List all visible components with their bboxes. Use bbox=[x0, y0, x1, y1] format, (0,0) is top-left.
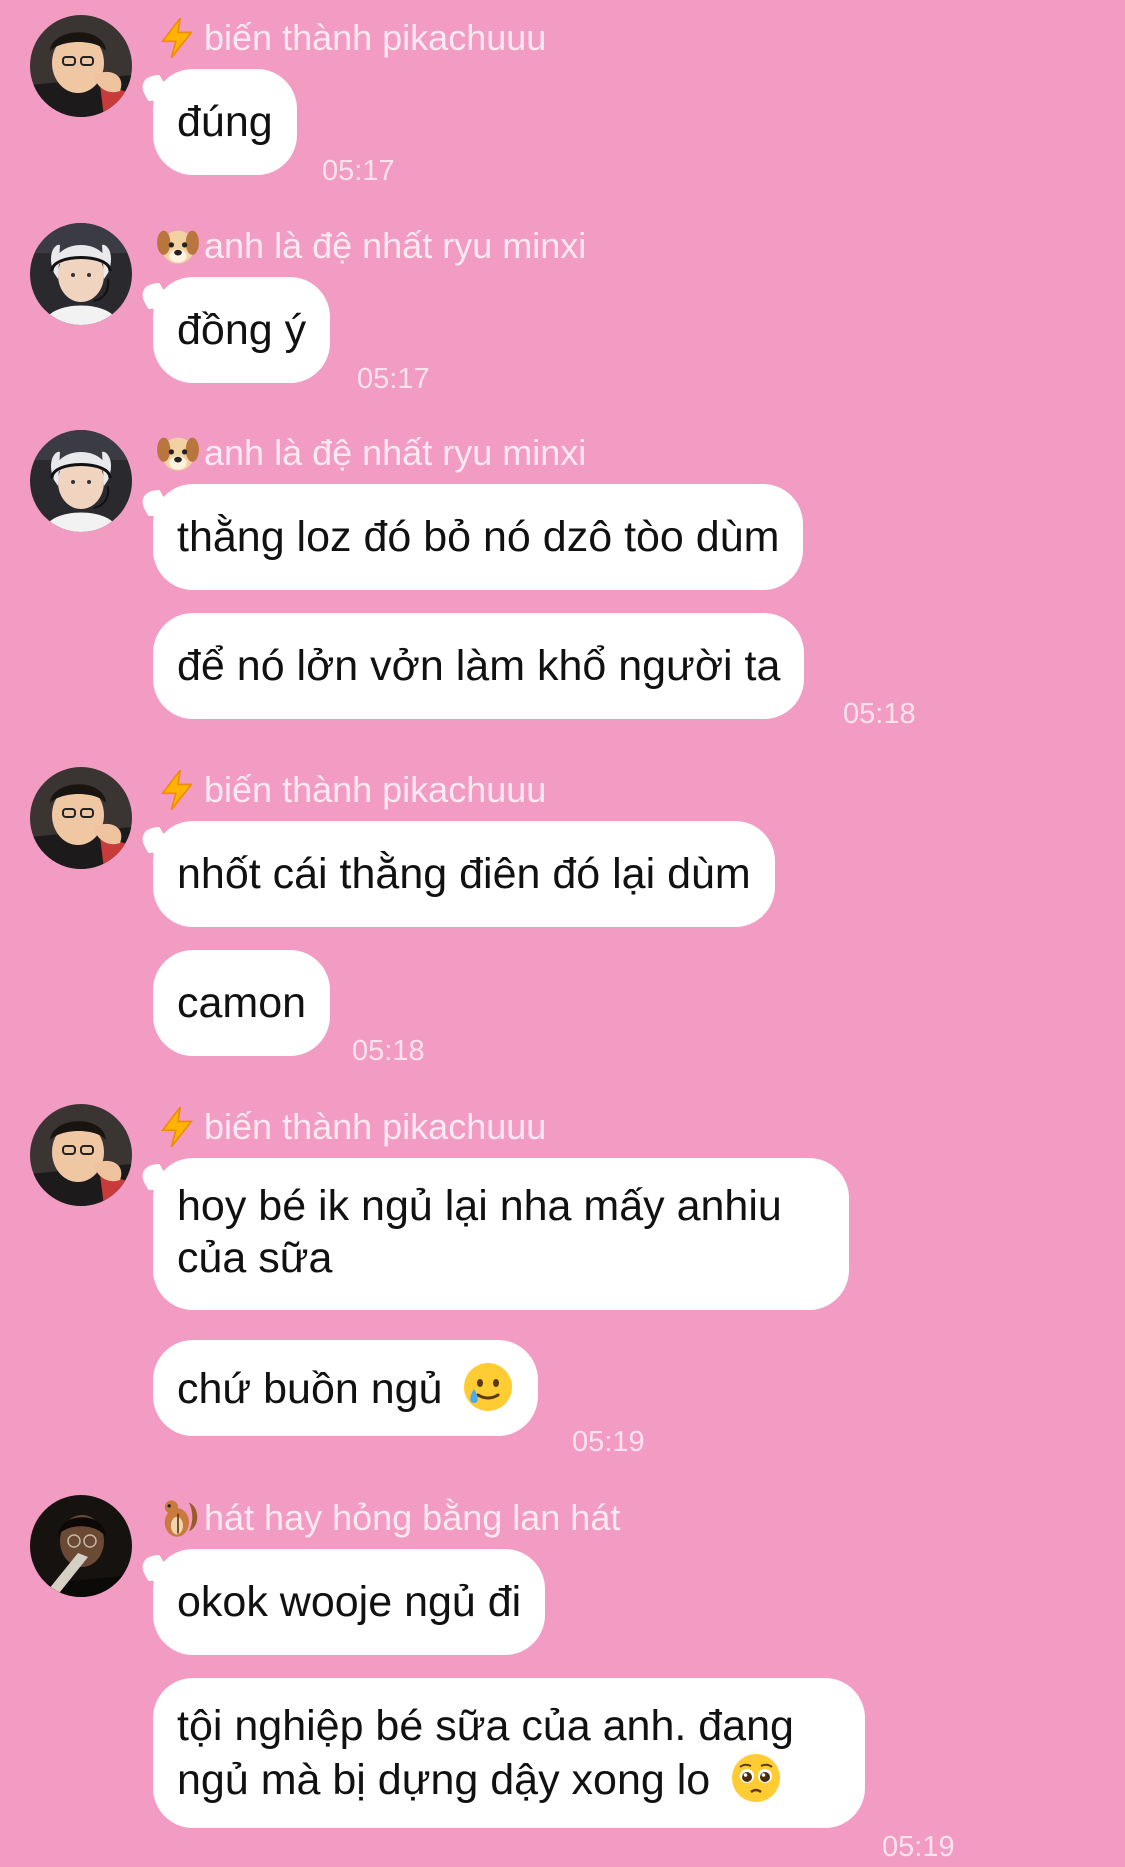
message-time: 05:17 bbox=[322, 155, 395, 187]
message-bubble[interactable]: đúng bbox=[153, 69, 297, 175]
sender-label: biến thành pikachuuu bbox=[204, 769, 547, 810]
sender-name: biến thành pikachuuu bbox=[156, 767, 546, 813]
sender-name: hát hay hỏng bằng lan hát bbox=[156, 1495, 620, 1541]
pleading-face-icon bbox=[730, 1752, 782, 1804]
message-bubble[interactable]: okok wooje ngủ đi bbox=[153, 1549, 546, 1655]
avatar[interactable] bbox=[30, 223, 132, 325]
sender-name: anh là đệ nhất ryu minxi bbox=[156, 430, 586, 476]
message-bubble[interactable]: chứ buồn ngủ bbox=[153, 1340, 539, 1436]
sender-label: biến thành pikachuuu bbox=[204, 17, 547, 58]
message-time: 05:19 bbox=[572, 1426, 645, 1458]
avatar[interactable] bbox=[30, 1104, 132, 1206]
message-text: ngủ mà bị dựng dậy xong lo bbox=[177, 1756, 711, 1804]
message-time: 05:18 bbox=[843, 698, 916, 730]
message-text: thằng loz đó bỏ nó dzô tòo dùm bbox=[177, 513, 780, 561]
message-text: tội nghiệp bé sữa của anh. đang bbox=[177, 1702, 794, 1750]
dog-emoji-icon bbox=[156, 224, 200, 268]
sender-name: biến thành pikachuuu bbox=[156, 15, 546, 61]
lightning-emoji-icon bbox=[156, 768, 200, 812]
message-bubble[interactable]: camon bbox=[153, 950, 331, 1056]
lightning-emoji-icon bbox=[156, 16, 200, 60]
message-bubble[interactable]: hoy bé ik ngủ lại nha mấy anhiu của sữa bbox=[153, 1158, 849, 1310]
sender-label: biến thành pikachuuu bbox=[204, 1106, 547, 1147]
message-time: 05:17 bbox=[357, 363, 430, 395]
message-text: đúng bbox=[177, 98, 273, 146]
message-time: 05:19 bbox=[882, 1831, 955, 1863]
message-text: chứ buồn ngủ bbox=[177, 1365, 443, 1413]
chipmunk-emoji-icon bbox=[156, 1496, 200, 1540]
avatar[interactable] bbox=[30, 15, 132, 117]
sender-name: biến thành pikachuuu bbox=[156, 1104, 546, 1150]
message-text: đồng ý bbox=[177, 306, 307, 354]
message-bubble[interactable]: thằng loz đó bỏ nó dzô tòo dùm bbox=[153, 484, 804, 590]
dog-emoji-icon bbox=[156, 431, 200, 475]
message-text: camon bbox=[177, 979, 307, 1027]
sender-label: anh là đệ nhất ryu minxi bbox=[204, 225, 587, 266]
message-text: hoy bé ik ngủ lại nha mấy anhiu bbox=[177, 1182, 782, 1230]
sender-label: hát hay hỏng bằng lan hát bbox=[204, 1497, 621, 1538]
avatar[interactable] bbox=[30, 1495, 132, 1597]
chat-log: biến thành pikachuuu đúng 05:17 anh là đ… bbox=[0, 0, 1125, 1867]
sender-name: anh là đệ nhất ryu minxi bbox=[156, 223, 586, 269]
lightning-emoji-icon bbox=[156, 1105, 200, 1149]
avatar[interactable] bbox=[30, 767, 132, 869]
message-bubble[interactable]: tội nghiệp bé sữa của anh. đang ngủ mà b… bbox=[153, 1678, 865, 1828]
message-bubble[interactable]: để nó lởn vởn làm khổ người ta bbox=[153, 613, 805, 719]
message-text: okok wooje ngủ đi bbox=[177, 1578, 522, 1626]
message-time: 05:18 bbox=[352, 1035, 425, 1067]
avatar[interactable] bbox=[30, 430, 132, 532]
message-bubble[interactable]: nhốt cái thằng điên đó lại dùm bbox=[153, 821, 775, 927]
message-text: của sữa bbox=[177, 1234, 333, 1282]
sender-label: anh là đệ nhất ryu minxi bbox=[204, 432, 587, 473]
smiling-face-with-tear-icon bbox=[462, 1361, 514, 1413]
message-text: nhốt cái thằng điên đó lại dùm bbox=[177, 850, 751, 898]
message-bubble[interactable]: đồng ý bbox=[153, 277, 331, 383]
message-text: để nó lởn vởn làm khổ người ta bbox=[177, 642, 781, 690]
